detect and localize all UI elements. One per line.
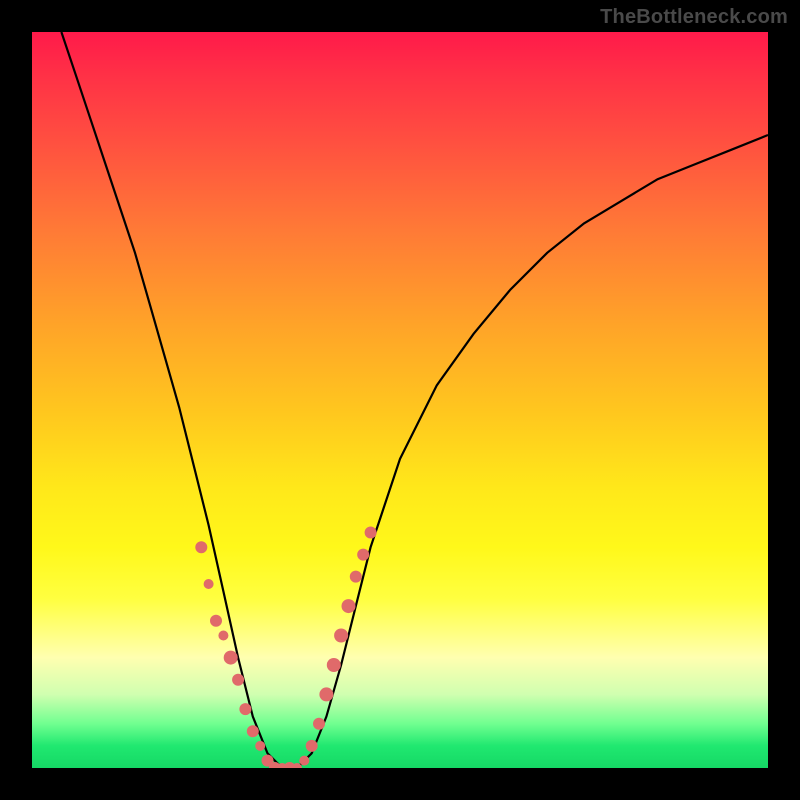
marker-dot bbox=[365, 527, 377, 539]
bottleneck-curve bbox=[61, 32, 768, 768]
marker-dot bbox=[210, 615, 222, 627]
marker-dot bbox=[218, 631, 228, 641]
marker-dot bbox=[195, 541, 207, 553]
marker-dot bbox=[319, 687, 333, 701]
marker-dot bbox=[255, 741, 265, 751]
data-markers bbox=[195, 527, 376, 769]
attribution-text: TheBottleneck.com bbox=[600, 6, 788, 29]
marker-dot bbox=[342, 599, 356, 613]
marker-dot bbox=[204, 579, 214, 589]
marker-dot bbox=[327, 658, 341, 672]
marker-dot bbox=[357, 549, 369, 561]
chart-svg bbox=[32, 32, 768, 768]
marker-dot bbox=[232, 674, 244, 686]
marker-dot bbox=[313, 718, 325, 730]
marker-dot bbox=[247, 725, 259, 737]
marker-dot bbox=[306, 740, 318, 752]
marker-dot bbox=[299, 756, 309, 766]
marker-dot bbox=[350, 571, 362, 583]
marker-dot bbox=[224, 651, 238, 665]
marker-dot bbox=[334, 629, 348, 643]
chart-container: TheBottleneck.com bbox=[0, 0, 800, 800]
marker-dot bbox=[239, 703, 251, 715]
